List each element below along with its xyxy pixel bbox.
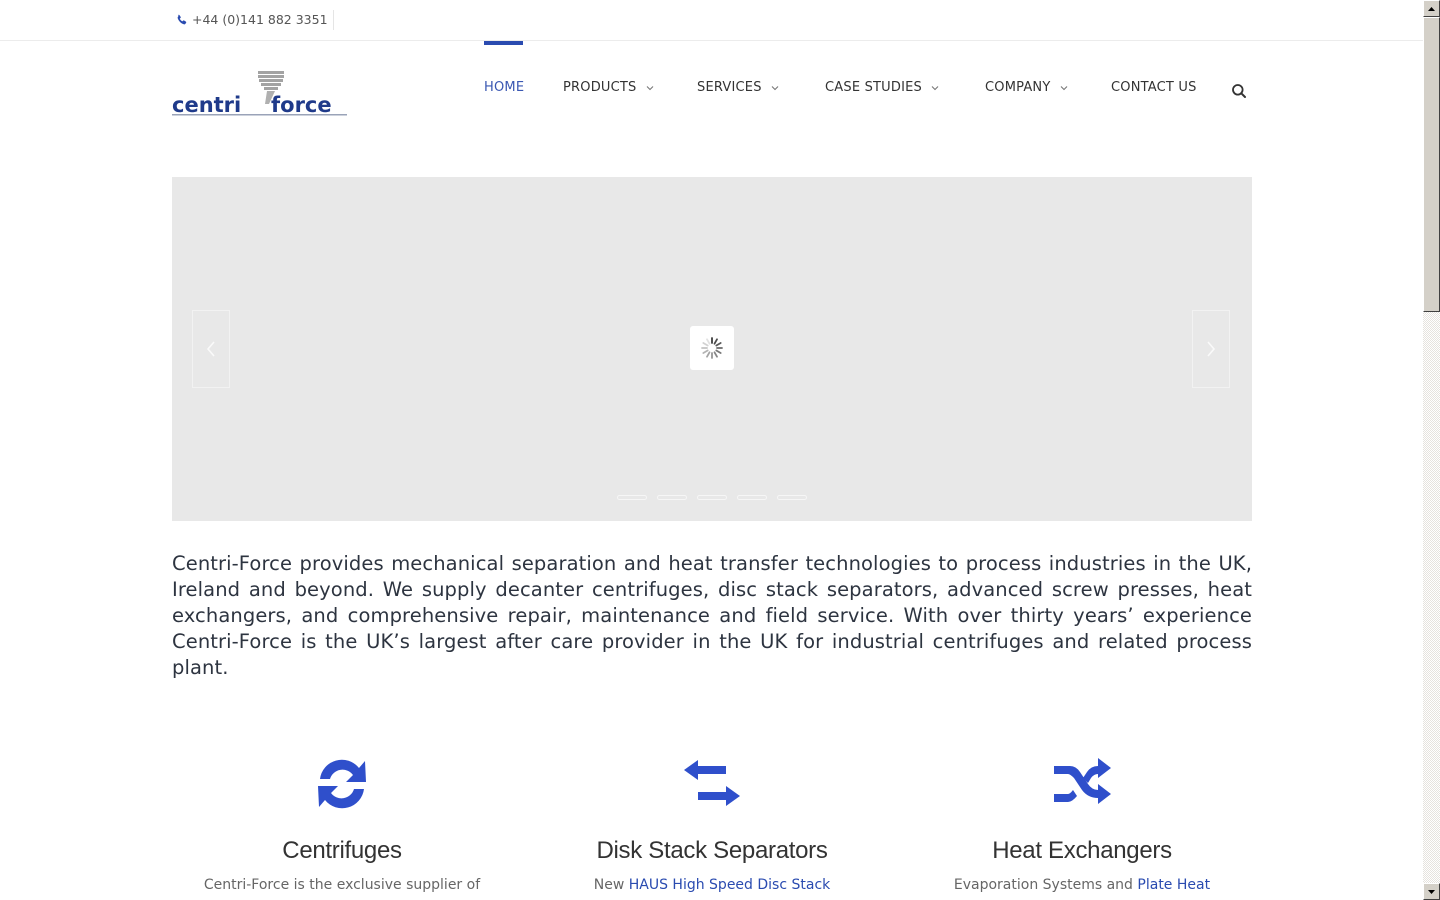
phone-contact[interactable]: +44 (0)141 882 3351 <box>176 12 328 27</box>
nav-label: HOME <box>484 80 525 95</box>
feature-description: Evaporation Systems and Plate Heat <box>912 877 1252 893</box>
logo-text-right: force <box>271 93 332 116</box>
feature-disk-stack-separators: Disk Stack Separators New HAUS High Spee… <box>542 752 882 893</box>
chevron-down-icon <box>1060 85 1067 90</box>
spinner-tick <box>706 351 711 358</box>
nav-label: CONTACT US <box>1111 80 1197 95</box>
search-icon <box>1232 84 1246 98</box>
slide-dot-4[interactable] <box>737 495 767 500</box>
top-bar: +44 (0)141 882 3351 <box>0 0 1423 41</box>
spinner-tick <box>702 342 709 347</box>
nav-label: PRODUCTS <box>563 80 637 95</box>
feature-link[interactable]: HAUS High Speed Disc Stack <box>629 877 831 893</box>
scroll-up-button[interactable] <box>1423 0 1440 17</box>
nav-case-studies[interactable]: CASE STUDIES <box>825 80 939 95</box>
nav-label: COMPANY <box>985 80 1051 95</box>
search-button[interactable] <box>1231 83 1247 99</box>
slide-dot-3[interactable] <box>697 495 727 500</box>
chevron-down-icon <box>931 85 939 90</box>
active-nav-indicator <box>484 41 523 45</box>
nav-company[interactable]: COMPANY <box>985 80 1068 95</box>
feature-text: Evaporation Systems and <box>953 877 1138 893</box>
chevron-right-icon <box>1207 341 1216 357</box>
logo[interactable]: centri force <box>172 70 348 117</box>
scrollbar-thumb[interactable] <box>1423 17 1440 312</box>
page: +44 (0)141 882 3351 centri force HOME PR… <box>0 0 1423 900</box>
centriforce-logo: centri force <box>172 71 347 117</box>
slider-prev-button[interactable] <box>192 310 230 388</box>
vertical-scrollbar[interactable] <box>1423 0 1440 900</box>
feature-description: Centri-Force is the exclusive supplier o… <box>172 877 512 893</box>
refresh-icon <box>318 759 366 809</box>
feature-title: Disk Stack Separators <box>596 837 828 864</box>
exchange-arrows-icon <box>684 760 740 806</box>
nav-contact-us[interactable]: CONTACT US <box>1111 80 1197 95</box>
triangle-down-icon <box>1428 889 1435 894</box>
chevron-down-icon <box>646 85 653 90</box>
slide-dot-5[interactable] <box>777 495 807 500</box>
feature-link[interactable]: Plate Heat <box>1137 877 1210 893</box>
slide-dot-2[interactable] <box>657 495 687 500</box>
feature-title: Centrifuges <box>282 837 402 864</box>
feature-heat-exchangers: Heat Exchangers Evaporation Systems and … <box>912 752 1252 893</box>
nav-label: SERVICES <box>697 80 762 95</box>
slider-pagination <box>617 495 807 500</box>
spinner-tick <box>713 351 718 358</box>
feature-text: Centri-Force is the exclusive supplier o… <box>203 877 481 893</box>
spinner-tick <box>715 349 722 354</box>
chevron-down-icon <box>771 85 779 90</box>
spinner-tick <box>713 338 718 345</box>
phone-icon <box>177 14 187 24</box>
spinner-tick <box>715 342 722 347</box>
nav-home[interactable]: HOME <box>484 80 524 95</box>
chevron-left-icon <box>206 341 215 357</box>
scroll-down-button[interactable] <box>1423 883 1440 900</box>
topbar-divider <box>333 10 334 30</box>
nav-label: CASE STUDIES <box>825 80 922 95</box>
nav-services[interactable]: SERVICES <box>697 80 779 95</box>
hero-slider <box>172 177 1252 521</box>
phone-number: +44 (0)141 882 3351 <box>192 12 328 27</box>
triangle-up-icon <box>1428 6 1435 11</box>
slider-next-button[interactable] <box>1192 310 1230 388</box>
spinner-tick <box>706 338 711 345</box>
intro-paragraph: Centri-Force provides mechanical separat… <box>172 552 1252 679</box>
logo-text-left: centri <box>172 93 241 116</box>
nav-products[interactable]: PRODUCTS <box>563 80 654 95</box>
feature-title: Heat Exchangers <box>992 837 1172 864</box>
feature-centrifuges: Centrifuges Centri-Force is the exclusiv… <box>172 752 512 893</box>
slide-dot-1[interactable] <box>617 495 647 500</box>
loading-spinner <box>690 326 734 370</box>
feature-text: New <box>593 877 629 893</box>
spinner-tick <box>702 349 709 354</box>
shuffle-icon <box>1054 758 1111 804</box>
spinner-icon <box>701 337 723 359</box>
feature-description: New HAUS High Speed Disc Stack <box>542 877 882 893</box>
